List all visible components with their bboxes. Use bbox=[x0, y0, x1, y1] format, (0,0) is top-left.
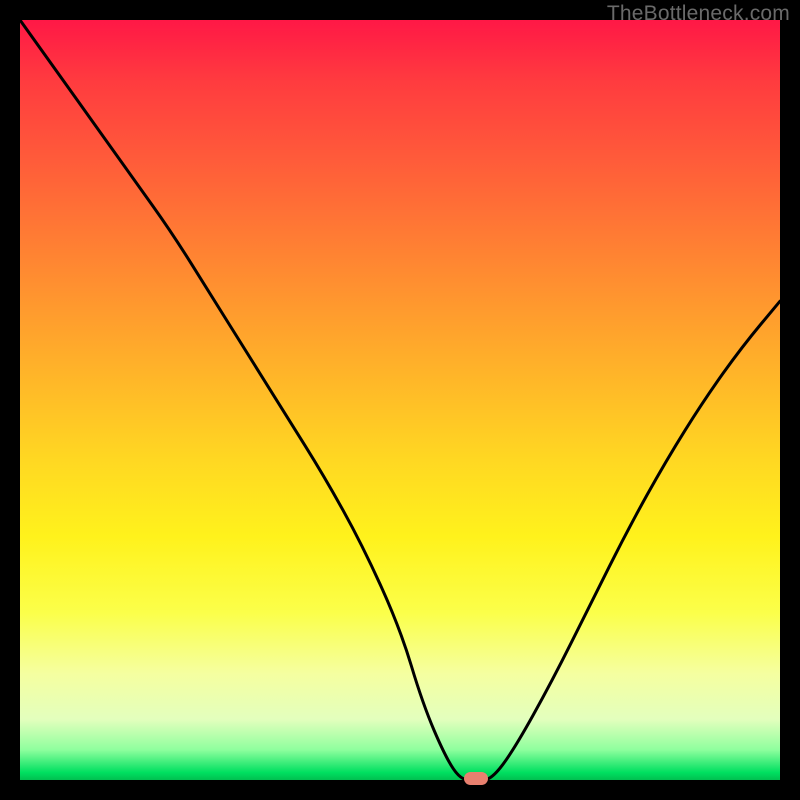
optimal-marker bbox=[464, 772, 488, 785]
watermark-text: TheBottleneck.com bbox=[607, 2, 790, 26]
chart-panel bbox=[20, 20, 780, 780]
chart-frame: TheBottleneck.com bbox=[0, 0, 800, 800]
bottleneck-curve bbox=[20, 20, 780, 780]
